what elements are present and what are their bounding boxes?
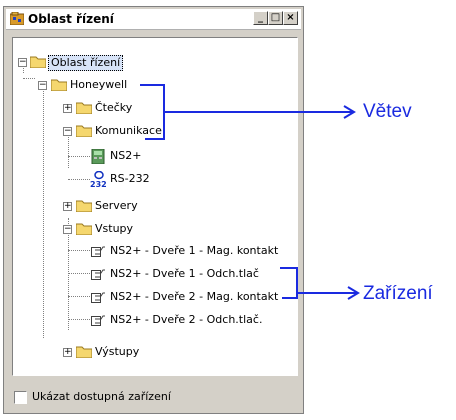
tree-label-ns2: NS2+ xyxy=(110,149,142,162)
tree-label-servery: Servery xyxy=(95,199,138,212)
tree-label-device: NS2+ - Dveře 1 - Mag. kontakt xyxy=(110,244,279,257)
tree-node-vstupy[interactable]: − Vstupy xyxy=(13,221,293,239)
annotation-zarizeni: Zařízení xyxy=(363,283,433,304)
input-device-icon xyxy=(91,246,105,257)
input-device-icon xyxy=(91,315,105,326)
expand-icon[interactable]: + xyxy=(63,202,72,211)
input-device-icon xyxy=(91,292,105,303)
annotation-vetev: Větev xyxy=(363,101,412,122)
tree-label-komunikace: Komunikace xyxy=(95,124,162,137)
show-available-devices-checkbox[interactable] xyxy=(14,391,27,404)
title-bar[interactable]: Oblast řízení _ □ × xyxy=(6,9,301,30)
tree-node-vystupy[interactable]: + Výstupy xyxy=(13,344,293,362)
collapse-icon[interactable]: − xyxy=(18,58,27,67)
controller-icon xyxy=(91,149,105,164)
tree-node-servery[interactable]: + Servery xyxy=(13,198,293,216)
folder-open-icon xyxy=(76,125,92,137)
tree-label-device: NS2+ - Dveře 2 - Odch.tlač. xyxy=(110,313,263,326)
folder-open-icon xyxy=(30,56,46,68)
tree-label-honeywell: Honeywell xyxy=(70,78,128,91)
expand-icon[interactable]: + xyxy=(63,104,72,113)
tree-node-root[interactable]: − Oblast řízení xyxy=(13,54,293,72)
folder-open-icon xyxy=(76,223,92,235)
tree-node-device[interactable]: NS2+ - Dveře 2 - Mag. kontakt xyxy=(13,289,293,307)
control-area-window: Oblast řízení _ □ × − Oblast řízení − Ho… xyxy=(3,6,304,414)
tree-node-honeywell[interactable]: − Honeywell xyxy=(13,77,293,95)
tree-node-ns2[interactable]: NS2+ xyxy=(13,148,293,166)
collapse-icon[interactable]: − xyxy=(63,225,72,234)
folder-icon xyxy=(76,200,92,212)
maximize-button[interactable]: □ xyxy=(268,11,283,25)
tree-view[interactable]: − Oblast řízení − Honeywell + Čtečky − K… xyxy=(12,37,298,376)
tree-node-device[interactable]: NS2+ - Dveře 1 - Odch.tlač xyxy=(13,266,293,284)
rs232-badge: 232 xyxy=(90,180,107,189)
tree-node-komunikace[interactable]: − Komunikace xyxy=(13,123,293,141)
tree-label-root: Oblast řízení xyxy=(48,55,124,71)
tree-label-vstupy: Vstupy xyxy=(95,222,134,235)
folder-icon xyxy=(76,102,92,114)
tree-node-rs232[interactable]: 232 RS-232 xyxy=(13,171,293,189)
tree-node-device[interactable]: NS2+ - Dveře 1 - Mag. kontakt xyxy=(13,243,293,261)
close-button[interactable]: × xyxy=(283,11,298,25)
collapse-icon[interactable]: − xyxy=(63,127,72,136)
app-icon xyxy=(10,12,24,25)
input-device-icon xyxy=(91,269,105,280)
window-title: Oblast řízení xyxy=(28,12,114,26)
tree-label-ctecky: Čtečky xyxy=(95,101,133,114)
show-available-devices-label: Ukázat dostupná zařízení xyxy=(32,390,171,403)
tree-label-rs232: RS-232 xyxy=(110,172,150,185)
folder-icon xyxy=(76,346,92,358)
tree-label-device: NS2+ - Dveře 2 - Mag. kontakt xyxy=(110,290,279,303)
minimize-button[interactable]: _ xyxy=(253,11,268,25)
tree-node-ctecky[interactable]: + Čtečky xyxy=(13,100,293,118)
tree-node-device[interactable]: NS2+ - Dveře 2 - Odch.tlač. xyxy=(13,312,293,330)
collapse-icon[interactable]: − xyxy=(38,81,47,90)
tree-label-vystupy: Výstupy xyxy=(95,345,140,358)
expand-icon[interactable]: + xyxy=(63,348,72,357)
folder-open-icon xyxy=(51,79,67,91)
tree-label-device: NS2+ - Dveře 1 - Odch.tlač xyxy=(110,267,259,280)
